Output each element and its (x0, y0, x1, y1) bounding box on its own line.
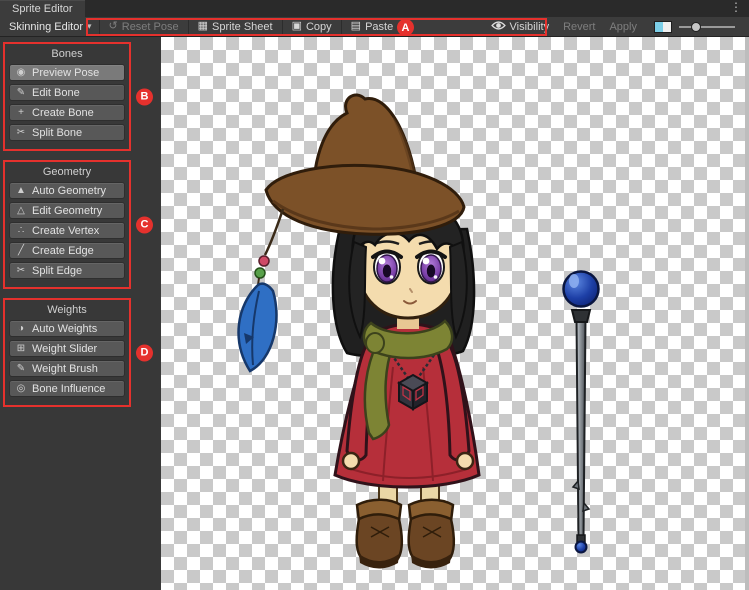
weights-panel: D Weights ◑ Auto Weights ⊞ Weight Slider… (3, 298, 131, 407)
boot-left (357, 500, 402, 569)
zoom-slider-track (679, 26, 735, 28)
toolbar-divider (188, 20, 189, 34)
skinning-editor-dropdown[interactable]: Skinning Editor ▾ (4, 19, 97, 35)
split-edge-button[interactable]: ✂ Split Edge (9, 262, 125, 279)
annotation-badge-b: B (136, 88, 153, 105)
toolbar-divider (99, 20, 100, 34)
sprite-editor-tab[interactable]: Sprite Editor (0, 0, 85, 17)
toolbar: A Skinning Editor ▾ ↺ Reset Pose ▦ Sprit… (0, 17, 749, 37)
annotation-badge-a: A (397, 19, 414, 36)
character-sprite[interactable] (239, 95, 479, 569)
annotation-badge-c: C (136, 216, 153, 233)
overflow-menu-icon[interactable]: ⋮ (723, 0, 749, 17)
hand-right (457, 453, 473, 469)
bone-influence-icon: ◎ (15, 384, 27, 394)
annotation-badge-d: D (136, 344, 153, 361)
create-vertex-button[interactable]: ∴ Create Vertex (9, 222, 125, 239)
sprite-sheet-icon: ▦ (198, 21, 208, 32)
edit-bone-button[interactable]: ✎ Edit Bone (9, 84, 125, 101)
weight-slider-button[interactable]: ⊞ Weight Slider (9, 340, 125, 357)
texture-channel-swatch[interactable] (654, 21, 672, 33)
copy-button[interactable]: ▣ Copy (285, 18, 339, 36)
geometry-panel-title: Geometry (5, 166, 129, 178)
bone-influence-button[interactable]: ◎ Bone Influence (9, 380, 125, 397)
auto-weights-button[interactable]: ◑ Auto Weights (9, 320, 125, 337)
paste-icon: ▤ (351, 21, 361, 32)
weight-brush-button[interactable]: ✎ Weight Brush (9, 360, 125, 377)
eye-icon (491, 20, 506, 34)
scarf-knot (366, 333, 384, 353)
bead-red (259, 256, 269, 266)
bead-green (255, 268, 265, 278)
chevron-down-icon: ▾ (87, 21, 92, 32)
preview-pose-button[interactable]: ◉ Preview Pose (9, 64, 125, 81)
zoom-slider[interactable] (679, 20, 735, 34)
visibility-toggle-button[interactable]: Visibility (484, 18, 557, 36)
weight-brush-icon: ✎ (15, 364, 27, 374)
split-edge-icon: ✂ (15, 266, 27, 276)
geometry-panel: C Geometry ▲ Auto Geometry △ Edit Geomet… (3, 160, 131, 289)
reset-pose-icon: ↺ (109, 21, 118, 32)
apply-button[interactable]: Apply (602, 18, 644, 36)
weight-slider-icon: ⊞ (15, 344, 27, 354)
hat (266, 95, 464, 234)
canvas-right-gutter (745, 37, 749, 590)
sprite-editor-window: Sprite Editor ⋮ A Skinning Editor ▾ ↺ Re… (0, 0, 749, 590)
sprite-canvas[interactable] (161, 37, 745, 590)
sprite-canvas-art (161, 37, 745, 590)
zoom-slider-handle[interactable] (691, 22, 701, 32)
sprite-sheet-button[interactable]: ▦ Sprite Sheet (191, 18, 280, 36)
revert-button[interactable]: Revert (556, 18, 602, 36)
preview-pose-icon: ◉ (15, 68, 27, 78)
window-tab-bar: Sprite Editor ⋮ (0, 0, 749, 17)
main-area: B Bones ◉ Preview Pose ✎ Edit Bone + Cre… (0, 37, 749, 590)
create-vertex-icon: ∴ (15, 226, 27, 236)
toolbar-divider (282, 20, 283, 34)
auto-geometry-button[interactable]: ▲ Auto Geometry (9, 182, 125, 199)
staff-sprite[interactable] (564, 272, 599, 553)
create-edge-button[interactable]: ╱ Create Edge (9, 242, 125, 259)
toolbar-divider (341, 20, 342, 34)
split-bone-button[interactable]: ✂ Split Bone (9, 124, 125, 141)
split-bone-icon: ✂ (15, 128, 27, 138)
reset-pose-button[interactable]: ↺ Reset Pose (102, 18, 186, 36)
auto-geometry-icon: ▲ (15, 186, 27, 196)
eye-right (417, 251, 445, 284)
cube-pendant (399, 375, 427, 409)
eye-left (373, 251, 401, 284)
create-edge-icon: ╱ (15, 246, 27, 256)
boot-right (409, 500, 454, 569)
edit-geometry-button[interactable]: △ Edit Geometry (9, 202, 125, 219)
weights-panel-title: Weights (5, 304, 129, 316)
create-bone-button[interactable]: + Create Bone (9, 104, 125, 121)
edit-geometry-icon: △ (15, 206, 27, 216)
copy-icon: ▣ (292, 21, 302, 32)
paste-button[interactable]: ▤ Paste (344, 18, 401, 36)
sprite-editor-tab-label: Sprite Editor (12, 3, 73, 15)
bones-panel: B Bones ◉ Preview Pose ✎ Edit Bone + Cre… (3, 42, 131, 151)
hat-charm (239, 209, 283, 371)
edit-bone-icon: ✎ (15, 88, 27, 98)
skinning-editor-dropdown-label: Skinning Editor (9, 21, 83, 33)
create-bone-icon: + (15, 108, 27, 118)
tools-sidebar: B Bones ◉ Preview Pose ✎ Edit Bone + Cre… (0, 37, 161, 590)
hand-left (343, 453, 359, 469)
auto-weights-icon: ◑ (15, 324, 27, 334)
bones-panel-title: Bones (5, 48, 129, 60)
